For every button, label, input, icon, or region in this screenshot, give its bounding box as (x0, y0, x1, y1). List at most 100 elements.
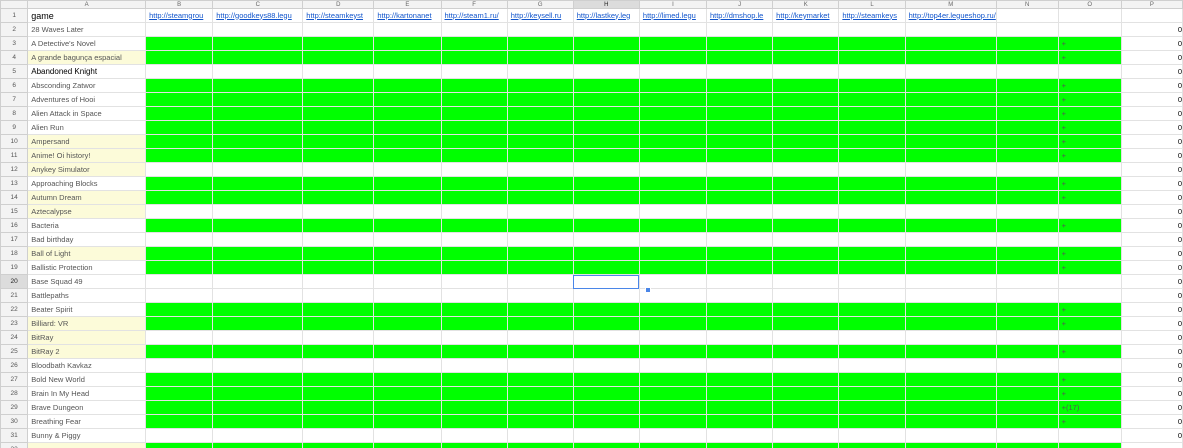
store-cell[interactable] (302, 400, 375, 415)
store-cell[interactable] (145, 176, 214, 191)
row-number[interactable]: 28 (0, 386, 29, 401)
store-cell[interactable] (572, 22, 640, 37)
store-cell[interactable] (212, 162, 304, 177)
store-cell[interactable] (440, 190, 508, 205)
row-number[interactable]: 24 (0, 330, 29, 345)
store-cell[interactable] (904, 190, 997, 205)
store-cell[interactable] (145, 78, 214, 93)
store-cell[interactable] (506, 148, 574, 163)
store-cell[interactable] (995, 148, 1059, 163)
store-cell[interactable] (373, 148, 442, 163)
store-cell[interactable] (772, 78, 840, 93)
row-number[interactable]: 25 (0, 344, 29, 359)
store-cell[interactable] (145, 428, 214, 443)
game-name-cell[interactable]: Bloodbath Kavkaz (27, 358, 147, 373)
store-cell[interactable] (440, 260, 508, 275)
store-link-cell[interactable]: http://keysell.ru (506, 8, 574, 23)
store-cell[interactable] (145, 288, 214, 303)
store-cell[interactable] (772, 442, 840, 448)
store-cell[interactable] (212, 190, 304, 205)
store-cell[interactable] (302, 302, 375, 317)
row-number[interactable]: 11 (0, 148, 29, 163)
game-name-cell[interactable]: Approaching Blocks (27, 176, 147, 191)
store-cell[interactable] (995, 218, 1059, 233)
row-number[interactable]: 9 (0, 120, 29, 135)
store-cell[interactable] (302, 330, 375, 345)
store-cell[interactable] (572, 372, 640, 387)
store-cell[interactable] (772, 358, 840, 373)
store-cell[interactable] (638, 176, 707, 191)
store-cell[interactable] (838, 78, 906, 93)
status-mark-cell[interactable] (1057, 358, 1122, 373)
store-cell[interactable] (302, 414, 375, 429)
store-cell[interactable] (145, 36, 214, 51)
store-cell[interactable] (572, 428, 640, 443)
store-cell[interactable] (212, 22, 304, 37)
store-cell[interactable] (572, 106, 640, 121)
store-cell[interactable] (373, 386, 442, 401)
game-name-cell[interactable]: BitRay (27, 330, 147, 345)
store-cell[interactable] (838, 246, 906, 261)
store-cell[interactable] (302, 218, 375, 233)
status-mark-cell[interactable]: + (1057, 414, 1122, 429)
store-cell[interactable] (705, 428, 774, 443)
store-cell[interactable] (302, 204, 375, 219)
store-cell[interactable] (506, 260, 574, 275)
count-cell[interactable]: 0 (1120, 120, 1183, 135)
store-cell[interactable] (145, 442, 214, 448)
store-cell[interactable] (995, 288, 1059, 303)
store-cell[interactable] (302, 316, 375, 331)
store-cell[interactable] (302, 176, 375, 191)
store-link-cell[interactable]: http://kartonanet (373, 8, 442, 23)
store-cell[interactable] (212, 64, 304, 79)
store-cell[interactable] (705, 246, 774, 261)
status-mark-cell[interactable]: + (1057, 92, 1122, 107)
store-cell[interactable] (772, 148, 840, 163)
status-mark-cell[interactable] (1057, 162, 1122, 177)
store-cell[interactable] (772, 36, 840, 51)
store-cell[interactable] (145, 344, 214, 359)
store-cell[interactable] (302, 50, 375, 65)
store-cell[interactable] (772, 50, 840, 65)
store-cell[interactable] (302, 358, 375, 373)
store-cell[interactable] (995, 50, 1059, 65)
store-cell[interactable] (373, 92, 442, 107)
store-cell[interactable] (705, 372, 774, 387)
store-cell[interactable] (506, 372, 574, 387)
store-link-cell[interactable]: http://top4er.legueshop.ru/ (904, 8, 997, 23)
store-cell[interactable] (373, 260, 442, 275)
store-cell[interactable] (572, 442, 640, 448)
store-cell[interactable] (440, 358, 508, 373)
store-cell[interactable] (705, 106, 774, 121)
status-mark-cell[interactable]: + (1057, 344, 1122, 359)
store-cell[interactable] (212, 344, 304, 359)
store-cell[interactable] (705, 78, 774, 93)
store-cell[interactable] (772, 176, 840, 191)
column-header-m[interactable]: M (904, 0, 997, 9)
store-cell[interactable] (705, 92, 774, 107)
game-name-cell[interactable]: Ball of Light (27, 246, 147, 261)
status-mark-cell[interactable] (1057, 274, 1122, 289)
column-header-l[interactable]: L (838, 0, 906, 9)
store-cell[interactable] (638, 36, 707, 51)
store-cell[interactable] (440, 316, 508, 331)
store-cell[interactable] (145, 274, 214, 289)
game-name-cell[interactable]: Brain In My Head (27, 386, 147, 401)
store-cell[interactable] (440, 50, 508, 65)
store-cell[interactable] (506, 386, 574, 401)
game-name-cell[interactable] (27, 442, 147, 448)
store-cell[interactable] (302, 428, 375, 443)
store-cell[interactable] (440, 78, 508, 93)
row-number[interactable]: 3 (0, 36, 29, 51)
store-cell[interactable] (440, 218, 508, 233)
store-cell[interactable] (772, 162, 840, 177)
store-cell[interactable] (904, 50, 997, 65)
row-number[interactable]: 15 (0, 204, 29, 219)
store-cell[interactable] (572, 358, 640, 373)
store-cell[interactable] (572, 162, 640, 177)
store-cell[interactable] (506, 316, 574, 331)
store-cell[interactable] (838, 232, 906, 247)
store-cell[interactable] (838, 204, 906, 219)
empty-cell[interactable] (995, 8, 1059, 23)
store-cell[interactable] (302, 120, 375, 135)
